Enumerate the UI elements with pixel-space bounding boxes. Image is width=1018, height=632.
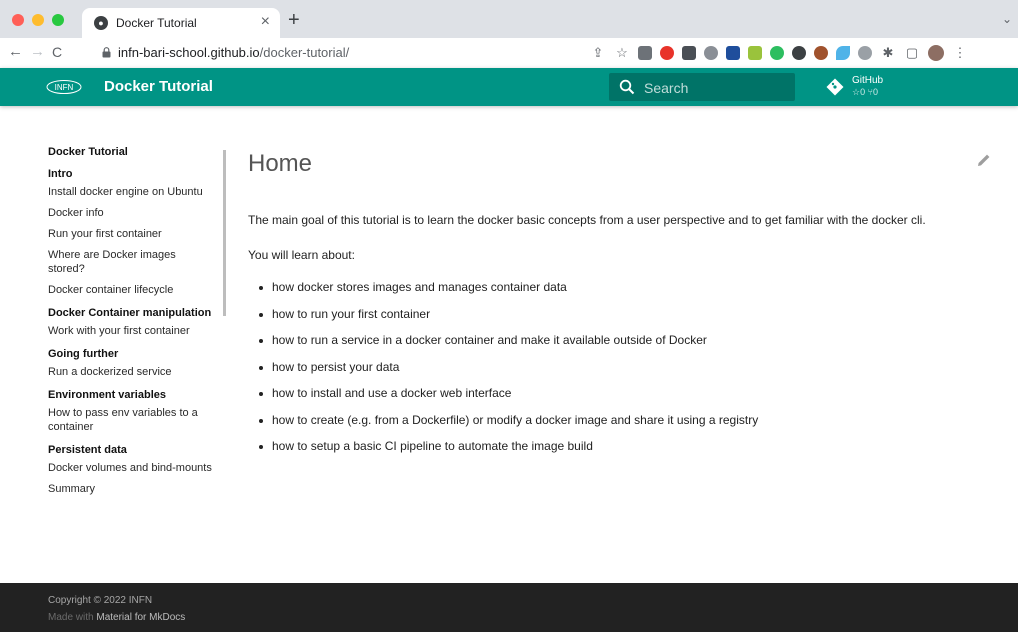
lock-icon[interactable] (102, 47, 111, 58)
list-item: how to install and use a docker web inte… (259, 386, 758, 413)
sidebar-item-images-stored[interactable]: Where are Docker images stored? (48, 248, 213, 276)
extension-icon[interactable] (858, 46, 872, 60)
tab-search-button[interactable]: ⌄ (1002, 12, 1012, 26)
repo-name: GitHub (852, 75, 884, 86)
copyright-text: Copyright © 2022 INFN (48, 595, 153, 606)
sidebar-item-volumes-bind-mounts[interactable]: Docker volumes and bind-mounts (48, 461, 213, 475)
sidebar-section-going-further[interactable]: Going further (48, 348, 213, 360)
site-footer: Copyright © 2022 INFN Made with Material… (0, 583, 1018, 632)
sidebar-title[interactable]: Docker Tutorial (48, 146, 213, 158)
url-path: /docker-tutorial/ (259, 45, 350, 60)
extension-icon[interactable] (704, 46, 718, 60)
page-title: Home (248, 150, 313, 177)
forward-button[interactable]: → (30, 43, 45, 60)
site-header: INFN Docker Tutorial Search GitHub ☆0 ⑂0 (0, 68, 1018, 106)
learning-topics-list: how docker stores images and manages con… (259, 280, 758, 466)
evernote-icon[interactable] (770, 46, 784, 60)
feather-icon[interactable] (836, 46, 850, 60)
extension-icon[interactable] (726, 46, 740, 60)
git-icon (826, 78, 844, 96)
logo-text: INFN (55, 83, 74, 92)
sidebar-item-summary[interactable]: Summary (48, 482, 213, 496)
intro-paragraph: The main goal of this tutorial is to lea… (248, 213, 926, 227)
extension-icon[interactable] (682, 46, 696, 60)
sidebar-section-persistent-data[interactable]: Persistent data (48, 444, 213, 456)
made-with-text: Made with Material for MkDocs (48, 612, 185, 623)
sidebar-item-container-lifecycle[interactable]: Docker container lifecycle (48, 283, 213, 297)
search-placeholder: Search (644, 80, 689, 96)
list-item: how to setup a basic CI pipeline to auto… (259, 439, 758, 466)
minimize-window-button[interactable] (32, 14, 44, 26)
sidebar-item-dockerized-service[interactable]: Run a dockerized service (48, 365, 213, 379)
puzzle-icon[interactable]: ✱ (880, 44, 896, 62)
close-window-button[interactable] (12, 14, 24, 26)
url-host: infn-bari-school.github.io (118, 45, 260, 60)
made-with-prefix: Made with (48, 612, 97, 623)
new-tab-button[interactable]: + (288, 9, 300, 32)
infn-logo-icon[interactable]: INFN (46, 79, 82, 95)
list-item: how to run your first container (259, 307, 758, 334)
sidebar-nav: Docker Tutorial Intro Install docker eng… (48, 146, 213, 503)
sidebar-item-first-container[interactable]: Run your first container (48, 227, 213, 241)
extension-icon[interactable] (748, 46, 762, 60)
sidebar-item-work-with-container[interactable]: Work with your first container (48, 324, 213, 338)
menu-icon[interactable]: ⋮ (952, 44, 968, 62)
share-icon[interactable]: ⇪ (590, 44, 606, 62)
sidebar-item-env-variables[interactable]: How to pass env variables to a container (48, 406, 213, 434)
sidebar-item-docker-info[interactable]: Docker info (48, 206, 213, 220)
search-input[interactable]: Search (609, 73, 795, 101)
profile-avatar[interactable] (928, 45, 944, 61)
material-mkdocs-link[interactable]: Material for MkDocs (96, 612, 185, 623)
back-button[interactable]: ← (8, 43, 23, 60)
sidebar-scrollbar[interactable] (223, 150, 226, 316)
reload-button[interactable]: C (52, 44, 62, 60)
opera-extension-icon[interactable] (660, 46, 674, 60)
repo-facts: ☆0 ⑂0 (852, 87, 878, 97)
address-bar[interactable]: infn-bari-school.github.io/docker-tutori… (118, 45, 349, 60)
toolbar-icons: ⇪ ☆ ✱ ▢ ⋮ (590, 44, 968, 62)
list-item: how to create (e.g. from a Dockerfile) o… (259, 413, 758, 440)
site-title[interactable]: Docker Tutorial (104, 78, 213, 95)
browser-toolbar: ← → C infn-bari-school.github.io/docker-… (0, 38, 1018, 69)
extension-icon[interactable] (792, 46, 806, 60)
sidebar-icon[interactable]: ▢ (904, 44, 920, 62)
browser-tab[interactable]: ● Docker Tutorial × (82, 8, 280, 38)
list-item: how docker stores images and manages con… (259, 280, 758, 307)
sidebar-section-intro[interactable]: Intro (48, 168, 213, 180)
list-item: how to run a service in a docker contain… (259, 333, 758, 360)
search-icon (619, 79, 635, 95)
bookmark-star-icon[interactable]: ☆ (614, 44, 630, 62)
github-favicon-icon: ● (94, 16, 108, 30)
main-content: Home (248, 150, 1008, 178)
learn-heading: You will learn about: (248, 248, 355, 262)
extension-icon[interactable] (814, 46, 828, 60)
sidebar-section-environment-variables[interactable]: Environment variables (48, 389, 213, 401)
sidebar-item-install-docker[interactable]: Install docker engine on Ubuntu (48, 185, 213, 199)
edit-pencil-icon[interactable] (976, 152, 992, 168)
maximize-window-button[interactable] (52, 14, 64, 26)
tab-close-icon[interactable]: × (261, 13, 270, 31)
extension-icon[interactable] (638, 46, 652, 60)
list-item: how to persist your data (259, 360, 758, 387)
sidebar-section-container-manipulation[interactable]: Docker Container manipulation (48, 307, 213, 319)
browser-tab-bar: ● Docker Tutorial × + ⌄ (0, 0, 1018, 38)
tab-title: Docker Tutorial (116, 16, 197, 30)
